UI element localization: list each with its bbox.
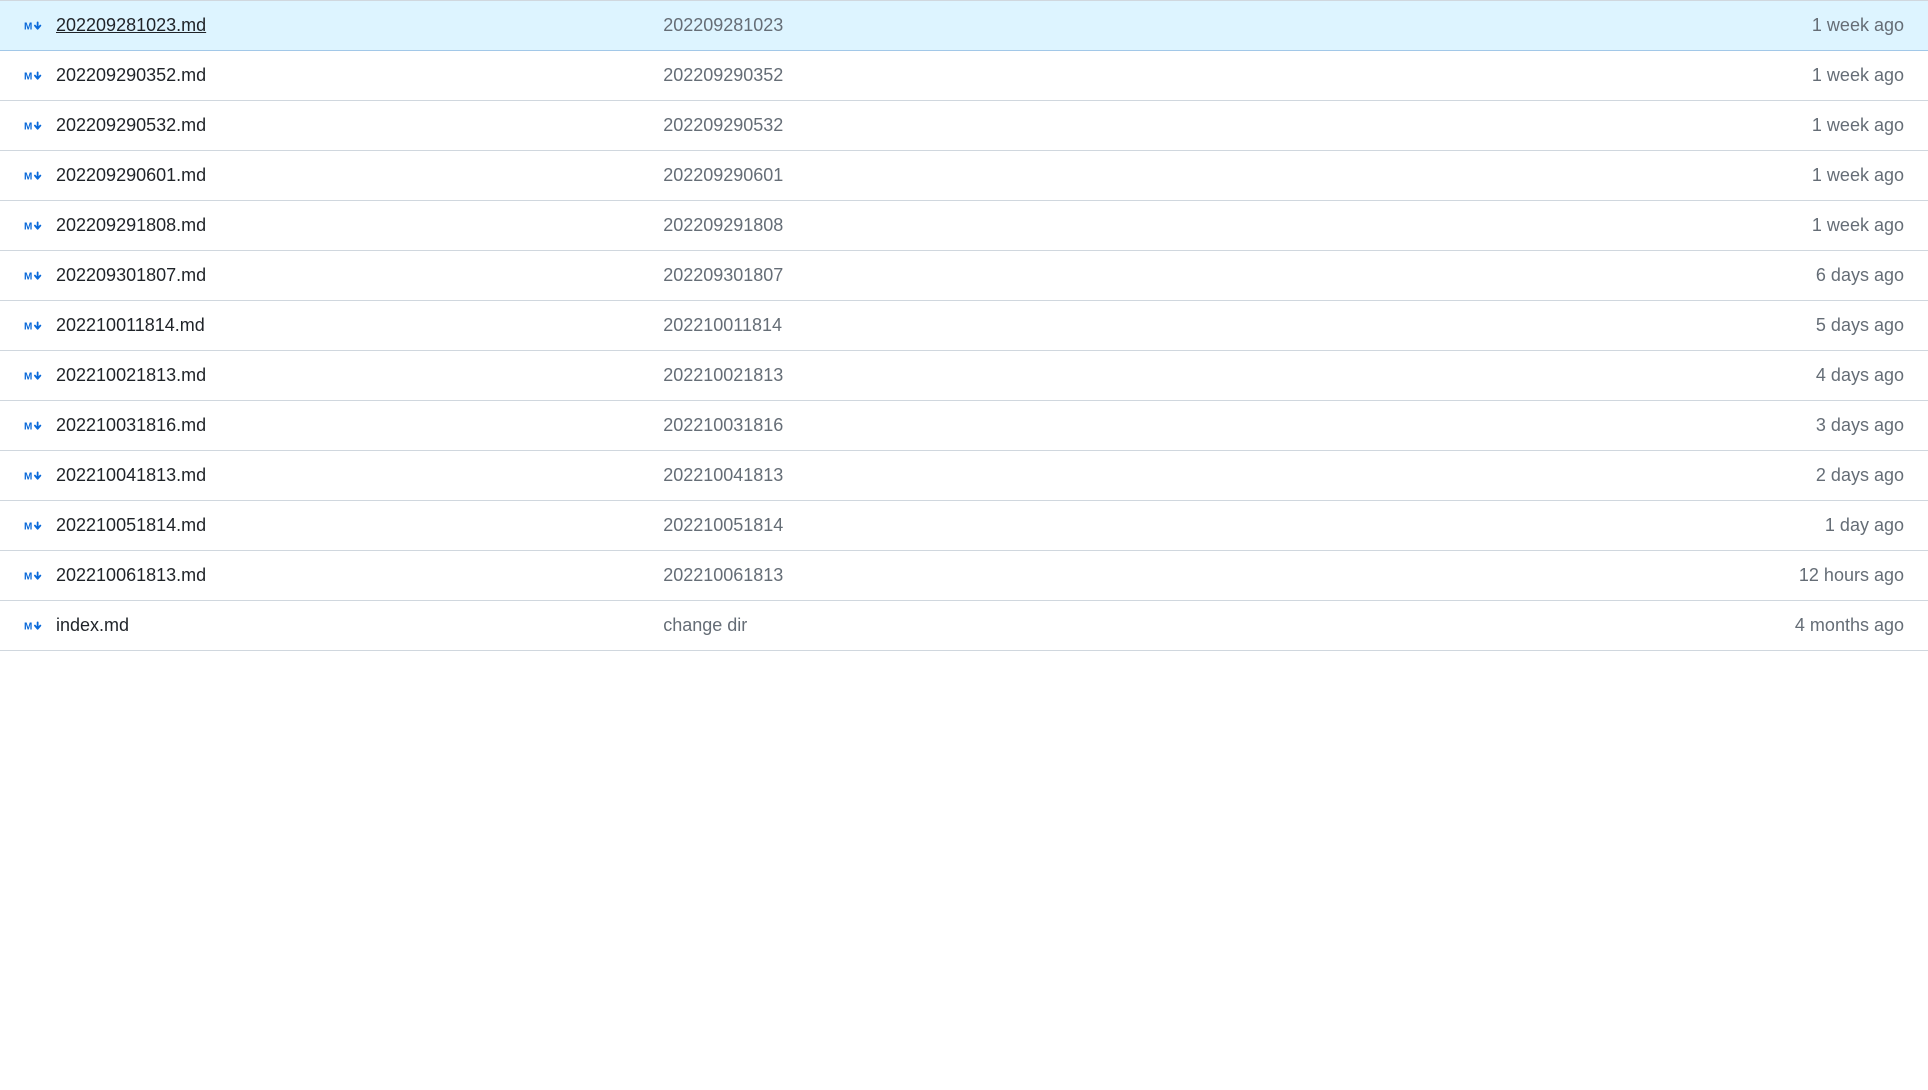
file-list-table: M 202209281023.md2022092810231 week ago … [0,0,1928,651]
commit-time: 3 days ago [1816,415,1904,436]
markdown-file-icon: M [24,619,44,633]
commit-time: 12 hours ago [1799,565,1904,586]
commit-message[interactable]: 202210041813 [663,465,1816,486]
file-row[interactable]: M 202210061813.md20221006181312 hours ag… [0,551,1928,601]
file-name-link[interactable]: 202209290532.md [56,115,206,136]
commit-time: 5 days ago [1816,315,1904,336]
file-name-link[interactable]: 202209290352.md [56,65,206,86]
commit-message[interactable]: 202210061813 [663,565,1799,586]
commit-message[interactable]: 202210031816 [663,415,1816,436]
file-name-cell: M 202210061813.md [24,565,663,586]
svg-text:M: M [24,271,32,282]
file-row[interactable]: M 202210051814.md2022100518141 day ago [0,501,1928,551]
commit-time: 1 week ago [1812,115,1904,136]
file-name-cell: M 202209281023.md [24,15,663,36]
markdown-file-icon: M [24,369,44,383]
file-row[interactable]: M 202209291808.md2022092918081 week ago [0,201,1928,251]
file-name-link[interactable]: 202209291808.md [56,215,206,236]
markdown-file-icon: M [24,519,44,533]
file-name-cell: M 202209290601.md [24,165,663,186]
file-name-link[interactable]: 202210021813.md [56,365,206,386]
file-name-cell: M 202210051814.md [24,515,663,536]
commit-message[interactable]: 202209281023 [663,15,1812,36]
file-name-link[interactable]: index.md [56,615,129,636]
file-name-cell: M 202210031816.md [24,415,663,436]
markdown-file-icon: M [24,569,44,583]
markdown-file-icon: M [24,19,44,33]
commit-message[interactable]: 202209290532 [663,115,1812,136]
file-row[interactable]: M index.mdchange dir4 months ago [0,601,1928,651]
file-name-link[interactable]: 202209290601.md [56,165,206,186]
markdown-file-icon: M [24,319,44,333]
commit-message[interactable]: 202210051814 [663,515,1825,536]
file-name-cell: M 202209301807.md [24,265,663,286]
svg-text:M: M [24,421,32,432]
svg-text:M: M [24,171,32,182]
svg-text:M: M [24,121,32,132]
commit-message[interactable]: 202209290352 [663,65,1812,86]
commit-message[interactable]: 202209290601 [663,165,1812,186]
file-row[interactable]: M 202210041813.md2022100418132 days ago [0,451,1928,501]
file-name-link[interactable]: 202210061813.md [56,565,206,586]
file-name-link[interactable]: 202210051814.md [56,515,206,536]
file-name-cell: M 202210041813.md [24,465,663,486]
svg-text:M: M [24,471,32,482]
file-row[interactable]: M 202210011814.md2022100118145 days ago [0,301,1928,351]
commit-message[interactable]: 202210011814 [663,315,1816,336]
commit-message[interactable]: 202210021813 [663,365,1816,386]
svg-text:M: M [24,521,32,532]
svg-text:M: M [24,71,32,82]
commit-time: 1 week ago [1812,65,1904,86]
commit-time: 4 days ago [1816,365,1904,386]
file-name-cell: M index.md [24,615,663,636]
markdown-file-icon: M [24,119,44,133]
commit-time: 4 months ago [1795,615,1904,636]
file-name-link[interactable]: 202209281023.md [56,15,206,36]
file-name-cell: M 202209291808.md [24,215,663,236]
markdown-file-icon: M [24,219,44,233]
markdown-file-icon: M [24,419,44,433]
file-name-cell: M 202210011814.md [24,315,663,336]
file-row[interactable]: M 202209290532.md2022092905321 week ago [0,101,1928,151]
commit-time: 1 week ago [1812,165,1904,186]
file-name-cell: M 202209290532.md [24,115,663,136]
commit-time: 6 days ago [1816,265,1904,286]
svg-text:M: M [24,621,32,632]
markdown-file-icon: M [24,469,44,483]
file-row[interactable]: M 202209290352.md2022092903521 week ago [0,51,1928,101]
commit-time: 1 week ago [1812,15,1904,36]
file-name-cell: M 202209290352.md [24,65,663,86]
file-row[interactable]: M 202210021813.md2022100218134 days ago [0,351,1928,401]
svg-text:M: M [24,21,32,32]
markdown-file-icon: M [24,69,44,83]
markdown-file-icon: M [24,169,44,183]
file-row[interactable]: M 202210031816.md2022100318163 days ago [0,401,1928,451]
svg-text:M: M [24,321,32,332]
file-row[interactable]: M 202209290601.md2022092906011 week ago [0,151,1928,201]
file-name-cell: M 202210021813.md [24,365,663,386]
svg-text:M: M [24,571,32,582]
commit-message[interactable]: 202209301807 [663,265,1816,286]
svg-text:M: M [24,221,32,232]
svg-text:M: M [24,371,32,382]
commit-time: 1 week ago [1812,215,1904,236]
file-row[interactable]: M 202209281023.md2022092810231 week ago [0,1,1928,51]
commit-time: 2 days ago [1816,465,1904,486]
file-name-link[interactable]: 202210031816.md [56,415,206,436]
file-name-link[interactable]: 202210041813.md [56,465,206,486]
commit-message[interactable]: 202209291808 [663,215,1812,236]
commit-message[interactable]: change dir [663,615,1795,636]
markdown-file-icon: M [24,269,44,283]
file-row[interactable]: M 202209301807.md2022093018076 days ago [0,251,1928,301]
file-name-link[interactable]: 202210011814.md [56,315,205,336]
file-name-link[interactable]: 202209301807.md [56,265,206,286]
commit-time: 1 day ago [1825,515,1904,536]
